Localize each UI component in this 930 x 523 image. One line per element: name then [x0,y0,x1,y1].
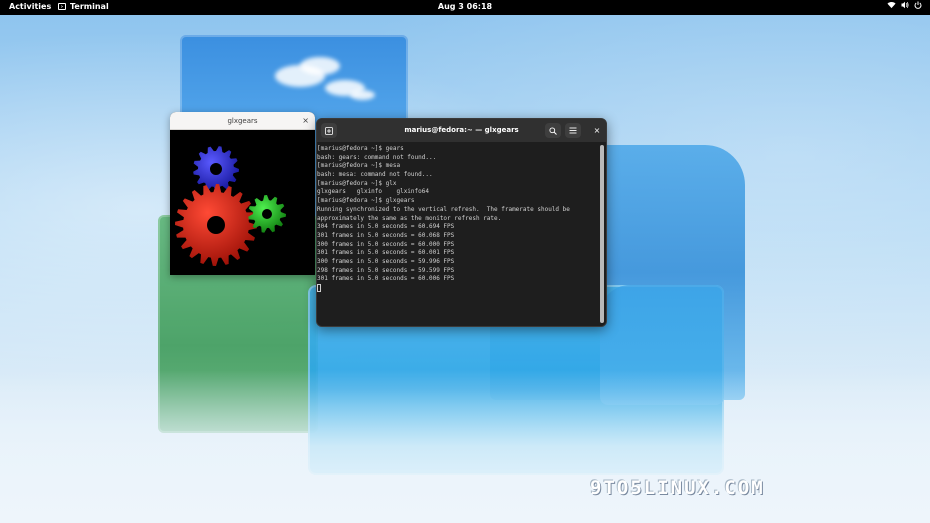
terminal-prompt-line [317,284,606,293]
terminal-window[interactable]: marius@fedora:~ — glxgears × [marius@fed… [316,118,607,327]
terminal-line: [marius@fedora ~]$ glx [317,179,397,187]
watermark-logo: 9TO5LINUX.COM [590,477,765,499]
activities-button[interactable]: Activities [9,2,51,11]
app-menu-label: Terminal [70,2,109,11]
close-icon[interactable]: × [302,116,309,125]
terminal-title: marius@fedora:~ — glxgears [404,126,519,134]
wifi-icon [887,2,896,9]
terminal-scrollbar[interactable] [600,145,604,323]
terminal-line: bash: mesa: command not found... [317,171,433,179]
close-icon: × [593,126,601,135]
red-gear [175,184,257,266]
text-cursor [317,284,321,292]
terminal-line: 301 frames in 5.0 seconds = 60.001 FPS [317,249,455,257]
terminal-headerbar[interactable]: marius@fedora:~ — glxgears × [317,119,606,142]
volume-icon [901,1,909,9]
glxgears-canvas [170,130,315,275]
terminal-app-icon [58,3,66,10]
top-bar: Activities Terminal Aug 3 06:18 [0,0,930,15]
terminal-line: [marius@fedora ~]$ mesa [317,162,401,170]
terminal-output[interactable]: [marius@fedora ~]$ gears bash: gears: com… [317,142,606,326]
terminal-line: 304 frames in 5.0 seconds = 60.694 FPS [317,223,455,231]
search-button[interactable] [545,123,561,138]
hamburger-menu-icon [569,127,577,134]
terminal-line: 298 frames in 5.0 seconds = 59.599 FPS [317,266,455,274]
green-gear [248,195,286,233]
terminal-line: [marius@fedora ~]$ glxgears [317,197,415,205]
system-status-menu[interactable] [887,1,922,9]
terminal-line: bash: gears: command not found... [317,153,437,161]
clock-container: Aug 3 06:18 [0,2,930,11]
glxgears-window[interactable]: glxgears × [170,112,315,275]
clock-button[interactable]: Aug 3 06:18 [438,2,492,11]
app-menu-button[interactable]: Terminal [58,2,109,11]
terminal-line: [marius@fedora ~]$ gears [317,145,404,152]
search-icon [549,126,557,135]
terminal-line: approximately the same as the monitor re… [317,214,502,222]
terminal-line: 300 frames in 5.0 seconds = 59.996 FPS [317,257,455,265]
terminal-line: glxgears glxinfo glxinfo64 [317,188,429,196]
terminal-line: Running synchronized to the vertical ref… [317,205,570,213]
terminal-close-button[interactable]: × [589,123,605,138]
glxgears-title: glxgears [227,116,258,125]
terminal-line: 301 frames in 5.0 seconds = 60.068 FPS [317,231,455,239]
terminal-text: [marius@fedora ~]$ gears bash: gears: com… [317,145,606,293]
glxgears-titlebar[interactable]: glxgears × [170,112,315,130]
terminal-line: 301 frames in 5.0 seconds = 60.006 FPS [317,275,455,283]
power-icon [914,1,922,9]
terminal-line: 300 frames in 5.0 seconds = 60.000 FPS [317,240,455,248]
main-menu-button[interactable] [565,123,581,138]
wallpaper-floor [0,370,930,523]
